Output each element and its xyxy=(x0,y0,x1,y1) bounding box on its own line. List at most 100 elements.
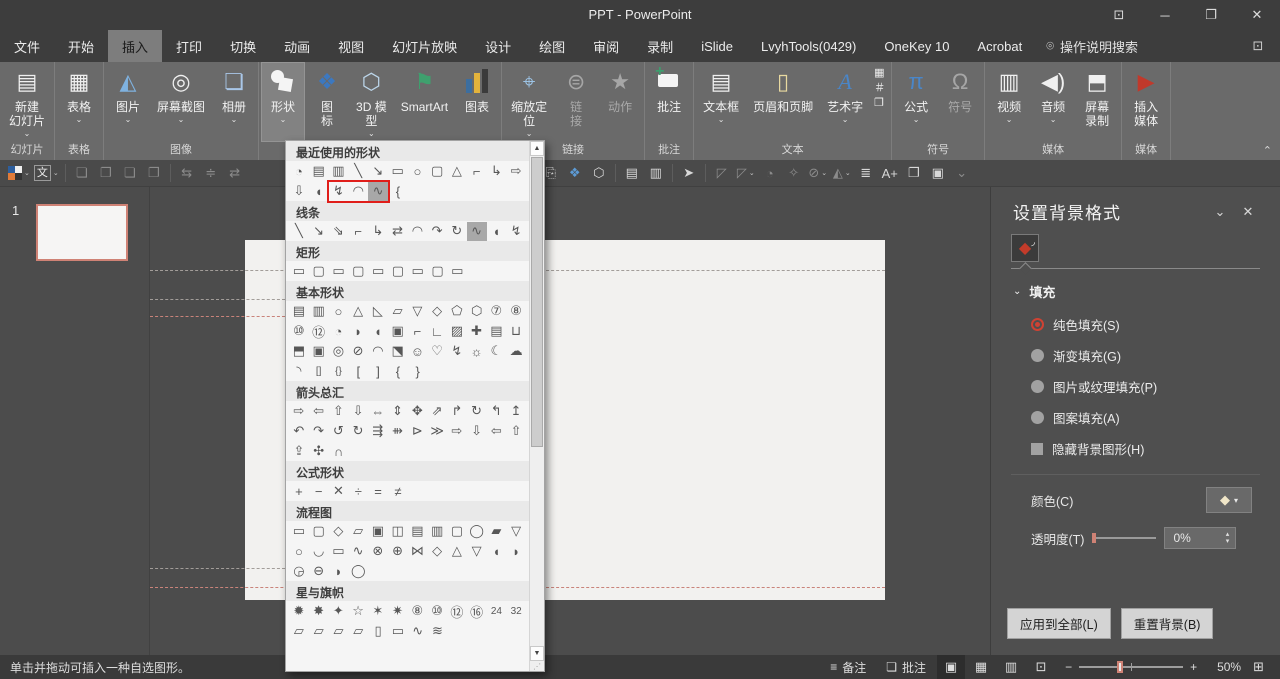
shape-stored-data[interactable]: ◖ xyxy=(487,542,507,561)
shape-elbow-arrow[interactable]: ↳ xyxy=(368,222,388,241)
shape-bent-arrow[interactable]: ↱ xyxy=(447,402,467,421)
shape-triangle[interactable]: △ xyxy=(447,162,467,181)
shape-plus[interactable]: + xyxy=(289,482,309,501)
header-footer-button[interactable]: ▯页眉和页脚 xyxy=(746,62,820,142)
shape-octagon[interactable]: ⑧ xyxy=(506,302,526,321)
shape-round-single-corner[interactable]: ▭ xyxy=(408,262,428,281)
shape-right-arrow[interactable]: ⇨ xyxy=(289,402,309,421)
shape-smiley-face[interactable]: ☺ xyxy=(408,342,428,361)
shape-elbow-double-arrow[interactable]: ⇄ xyxy=(388,222,408,241)
shape-bevel[interactable]: ▣ xyxy=(309,342,329,361)
send-backward-icon[interactable]: ❐ xyxy=(144,163,164,183)
fill-option-图片或纹理填充(P)[interactable]: 图片或纹理填充(P) xyxy=(991,371,1280,402)
image-tool-icon[interactable]: ❐ xyxy=(904,163,924,183)
shape-magnetic-disk[interactable]: ⊖ xyxy=(309,562,329,581)
shape-folded-corner[interactable]: ⬔ xyxy=(388,342,408,361)
shape-left-right-arrow[interactable]: ⇔ xyxy=(368,402,388,421)
shape-star-7[interactable]: ✷ xyxy=(388,602,408,621)
shape-star-16[interactable]: ⑯ xyxy=(467,602,487,621)
shape-double-brace[interactable]: {} xyxy=(329,362,349,381)
shape-multidocument[interactable]: ▥ xyxy=(427,522,447,541)
icon-bird-icon[interactable]: ❖ xyxy=(565,163,585,183)
shape-manual-operation[interactable]: ▽ xyxy=(506,522,526,541)
more-tools-icon[interactable]: ⌄ xyxy=(952,163,972,183)
shapes-button[interactable]: 形状⌄ xyxy=(261,62,305,142)
zoom-out-icon[interactable]: − xyxy=(1065,660,1072,674)
shape-snip-single-corner[interactable]: ▭ xyxy=(329,262,349,281)
shape-l-shape[interactable]: ∟ xyxy=(427,322,447,341)
shape-parallelogram[interactable]: ▱ xyxy=(388,302,408,321)
shape-pentagon-arrow[interactable]: ⊳ xyxy=(408,422,428,441)
textbox-v-icon[interactable]: ▥ xyxy=(646,163,666,183)
shape-extract[interactable]: △ xyxy=(447,542,467,561)
fit-to-window-icon[interactable]: ⊞ xyxy=(1243,659,1272,675)
picture-button[interactable]: ◭图片⌄ xyxy=(106,62,150,142)
chart-button[interactable]: 图表 xyxy=(455,62,499,142)
shape-decagon[interactable]: ⑩ xyxy=(289,322,309,341)
shape-donut[interactable]: ◎ xyxy=(329,342,349,361)
shape-diagonal-stripe[interactable]: ▨ xyxy=(447,322,467,341)
3d-model-button[interactable]: ⬡3D 模 型⌄ xyxy=(349,62,394,142)
shape-pentagon[interactable]: ⬠ xyxy=(447,302,467,321)
shape-curved-double-arrow[interactable]: ↻ xyxy=(447,222,467,241)
screen-record-button[interactable]: ⬒屏幕 录制 xyxy=(1075,62,1119,142)
screenshot-button[interactable]: ◎屏幕截图⌄ xyxy=(150,62,212,142)
spin-up-icon[interactable]: ▴ xyxy=(1226,531,1230,538)
shape-vertical-text-box[interactable]: ▥ xyxy=(309,302,329,321)
tab-Acrobat[interactable]: Acrobat xyxy=(963,30,1036,62)
shape-text-box[interactable]: ▤ xyxy=(289,302,309,321)
shape-ribbon-tilted-up[interactable]: ▱ xyxy=(289,622,309,641)
zoom-slider[interactable] xyxy=(1079,661,1183,673)
shape-ribbon-curved-down[interactable]: ▱ xyxy=(348,622,368,641)
shape-star-8[interactable]: ⑧ xyxy=(408,602,428,621)
wordart-button[interactable]: A艺术字⌄ xyxy=(820,62,870,142)
shape-notched-right-arrow[interactable]: ⇻ xyxy=(388,422,408,441)
shape-rectangle[interactable]: ▭ xyxy=(289,262,309,281)
slide-thumbnail[interactable] xyxy=(36,204,128,261)
shape-elbow-connector[interactable]: ⌐ xyxy=(348,222,368,241)
tab-切换[interactable]: 切换 xyxy=(216,30,270,62)
shape-teardrop[interactable]: ◗ xyxy=(348,322,368,341)
shape-internal-storage[interactable]: ◫ xyxy=(388,522,408,541)
shape-heart[interactable]: ♡ xyxy=(427,342,447,361)
resize-grip-icon[interactable]: ⋰ xyxy=(533,662,542,671)
table-button[interactable]: ▦表格⌄ xyxy=(57,62,101,142)
shape-pie[interactable]: ◔ xyxy=(289,162,309,181)
shape-oval[interactable]: ○ xyxy=(329,302,349,321)
shape-double-arrow[interactable]: ⇘ xyxy=(329,222,349,241)
shape-star-10[interactable]: ⑩ xyxy=(427,602,447,621)
fill-section-header[interactable]: ⌄ 填充 xyxy=(991,278,1280,309)
font-increase-icon[interactable]: A+ xyxy=(880,163,900,183)
fill-bucket-tab[interactable]: ◆ ◞ xyxy=(1011,234,1039,262)
shape-summing-junction[interactable]: ⊗ xyxy=(368,542,388,561)
shape-down-arrow-callout[interactable]: ⇩ xyxy=(467,422,487,441)
fill-option-渐变填充(G)[interactable]: 渐变填充(G) xyxy=(991,340,1280,371)
shape-divide[interactable]: ÷ xyxy=(348,482,368,501)
shape-double-bracket[interactable]: [] xyxy=(309,362,329,381)
shape-round-diagonal[interactable]: ▭ xyxy=(447,262,467,281)
shape-sequential-storage[interactable]: ◶ xyxy=(289,562,309,581)
icons-button[interactable]: ❖图 标 xyxy=(305,62,349,142)
view-slideshow-button[interactable]: ⊡ xyxy=(1027,655,1055,679)
shape-text-box[interactable]: ▤ xyxy=(309,162,329,181)
shape-explosion-1[interactable]: ✹ xyxy=(289,602,309,621)
shape-freeform[interactable]: ◖ xyxy=(487,222,507,241)
datetime-number-object[interactable]: ▦＃❐ xyxy=(870,62,889,142)
shape-ribbon-curved-up[interactable]: ▱ xyxy=(329,622,349,641)
shape-line[interactable]: ╲ xyxy=(289,222,309,241)
shape-manual-input[interactable]: ▰ xyxy=(487,522,507,541)
edit-points-icon[interactable]: ✧ xyxy=(784,163,804,183)
tell-me-search[interactable]: ⌾ 操作说明搜索 xyxy=(1036,30,1148,62)
shape-explosion-2[interactable]: ✸ xyxy=(309,602,329,621)
shape-alternate-process[interactable]: ▢ xyxy=(309,522,329,541)
hide-background-checkbox[interactable] xyxy=(1031,443,1043,455)
close-icon[interactable]: ✕ xyxy=(1234,0,1280,30)
shape-moon[interactable]: ☾ xyxy=(487,342,507,361)
shape-star-6[interactable]: ✶ xyxy=(368,602,388,621)
shape-data[interactable]: ▱ xyxy=(348,522,368,541)
shape-left-brace[interactable]: { xyxy=(388,182,408,201)
small-icon[interactable]: ＃ xyxy=(874,82,885,94)
pane-close-icon[interactable]: ✕ xyxy=(1234,204,1262,220)
shape-hexagon[interactable]: ⬡ xyxy=(467,302,487,321)
share-comment-icon[interactable]: ⊡ xyxy=(1236,30,1280,62)
